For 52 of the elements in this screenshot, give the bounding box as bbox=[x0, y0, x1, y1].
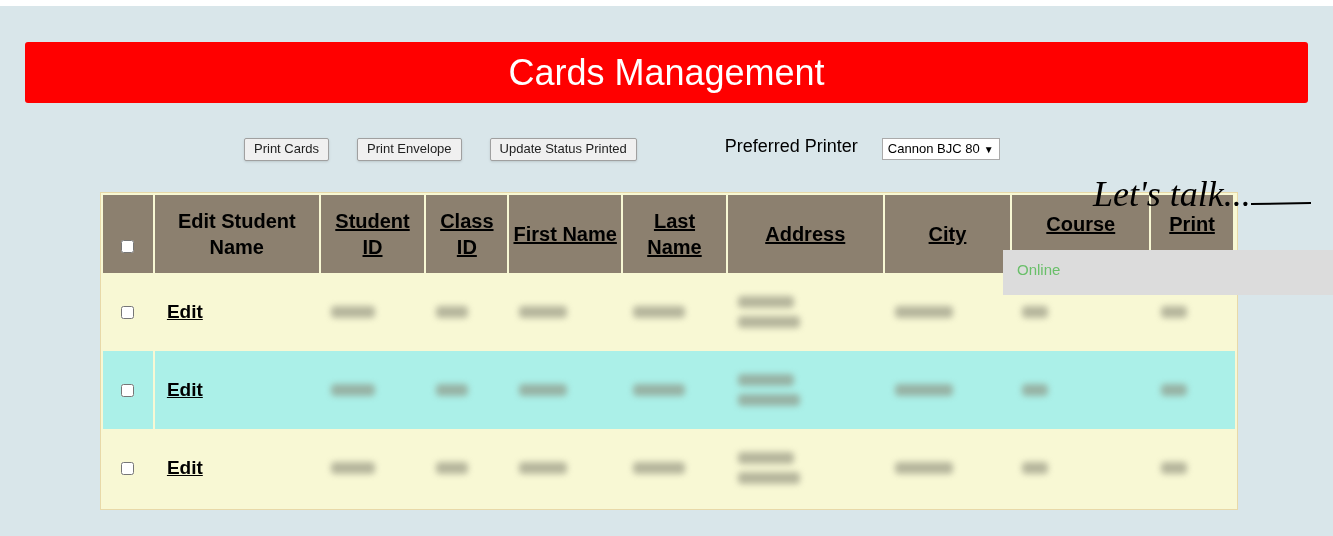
column-header[interactable]: City bbox=[928, 221, 967, 247]
select-all-checkbox[interactable] bbox=[121, 240, 135, 253]
edit-link[interactable]: Edit bbox=[166, 453, 203, 483]
blurred-text bbox=[894, 384, 953, 396]
blurred-text bbox=[894, 462, 953, 474]
blurred-text bbox=[436, 306, 469, 318]
edit-link[interactable]: Edit bbox=[166, 375, 203, 405]
row-checkbox[interactable] bbox=[121, 383, 135, 397]
blurred-text bbox=[436, 462, 469, 474]
column-header: Edit Student Name bbox=[176, 209, 297, 260]
underline-stroke bbox=[1250, 202, 1311, 206]
chat-status: Online bbox=[1017, 261, 1061, 278]
column-header[interactable]: Last Name bbox=[627, 208, 722, 260]
blurred-text bbox=[737, 472, 800, 484]
blurred-text bbox=[1022, 462, 1049, 474]
blurred-text bbox=[737, 374, 794, 386]
column-header[interactable]: First Name bbox=[513, 221, 617, 247]
blurred-text bbox=[330, 306, 375, 318]
blurred-text bbox=[633, 462, 686, 474]
blurred-text bbox=[330, 384, 375, 396]
blurred-text bbox=[633, 306, 686, 318]
column-header[interactable]: Student ID bbox=[324, 208, 421, 260]
blurred-text bbox=[519, 384, 568, 396]
edit-link[interactable]: Edit bbox=[166, 297, 203, 327]
page-title: Cards Management bbox=[508, 50, 825, 95]
blurred-text bbox=[633, 384, 686, 396]
toolbar-button[interactable]: Print Envelope bbox=[357, 137, 462, 161]
blurred-text bbox=[519, 462, 568, 474]
blurred-text bbox=[737, 452, 794, 464]
printer-label: Preferred Printer bbox=[724, 135, 858, 158]
blurred-text bbox=[894, 306, 953, 318]
blurred-text bbox=[436, 384, 469, 396]
blurred-text bbox=[737, 316, 800, 328]
column-header[interactable]: Address bbox=[765, 221, 846, 247]
toolbar-button[interactable]: Update Status Printed bbox=[489, 137, 637, 161]
blurred-text bbox=[1022, 384, 1049, 396]
row-checkbox[interactable] bbox=[121, 461, 135, 475]
blurred-text bbox=[737, 296, 794, 308]
blurred-text bbox=[1161, 384, 1188, 396]
column-header[interactable]: Print bbox=[1169, 211, 1215, 237]
column-header[interactable]: Class ID bbox=[430, 208, 504, 260]
blurred-text bbox=[519, 306, 568, 318]
printer-dropdown[interactable]: Cannon BJC 80 ▼ bbox=[881, 138, 1000, 160]
blurred-text bbox=[1161, 462, 1188, 474]
blurred-text bbox=[1161, 306, 1188, 318]
row-checkbox[interactable] bbox=[121, 305, 135, 319]
blurred-text bbox=[330, 462, 375, 474]
column-header[interactable]: Course bbox=[1046, 211, 1116, 237]
toolbar-button[interactable]: Print Cards bbox=[244, 137, 330, 161]
blurred-text bbox=[737, 394, 800, 406]
blurred-text bbox=[1022, 306, 1049, 318]
chat-tagline: Let's talk... bbox=[1093, 176, 1251, 212]
